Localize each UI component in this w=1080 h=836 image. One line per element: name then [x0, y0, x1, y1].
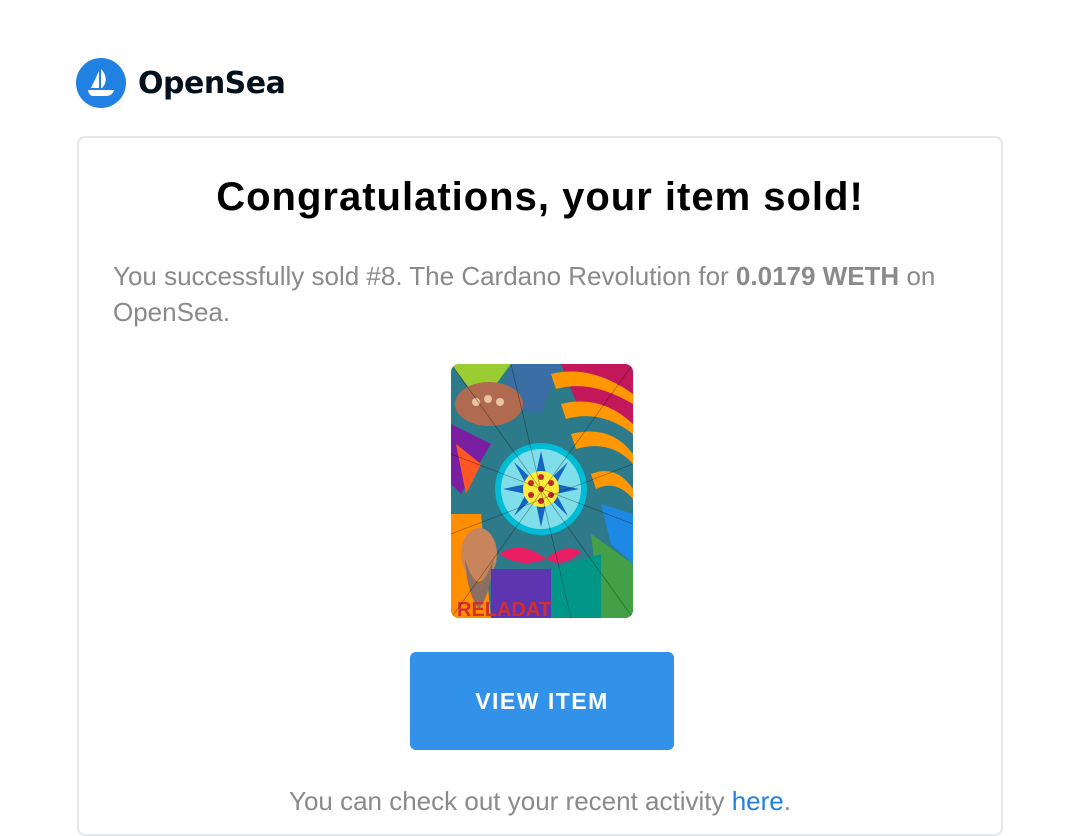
footer-suffix: .: [783, 786, 791, 816]
opensea-logo-icon[interactable]: [76, 58, 126, 108]
message-prefix: You successfully sold #8. The Cardano Re…: [113, 261, 736, 291]
nft-artwork-image[interactable]: RELADAT: [451, 364, 633, 618]
sale-price: 0.0179 WETH: [735, 261, 900, 291]
cardano-revolution-artwork: RELADAT: [451, 364, 633, 618]
sale-message: You successfully sold #8. The Cardano Re…: [113, 258, 973, 330]
recent-activity-text: You can check out your recent activity h…: [79, 786, 1001, 817]
page-title: Congratulations, your item sold!: [216, 175, 864, 219]
brand-name: OpenSea: [138, 65, 286, 101]
ship-icon: [88, 69, 114, 96]
footer-prefix: You can check out your recent activity: [288, 786, 732, 816]
svg-text:RELADAT: RELADAT: [457, 599, 551, 618]
sale-notification-card: Congratulations, your item sold! You suc…: [77, 136, 1003, 836]
recent-activity-link[interactable]: here: [732, 786, 784, 816]
brand-header: OpenSea: [76, 58, 286, 108]
view-item-button[interactable]: VIEW ITEM: [410, 652, 674, 750]
